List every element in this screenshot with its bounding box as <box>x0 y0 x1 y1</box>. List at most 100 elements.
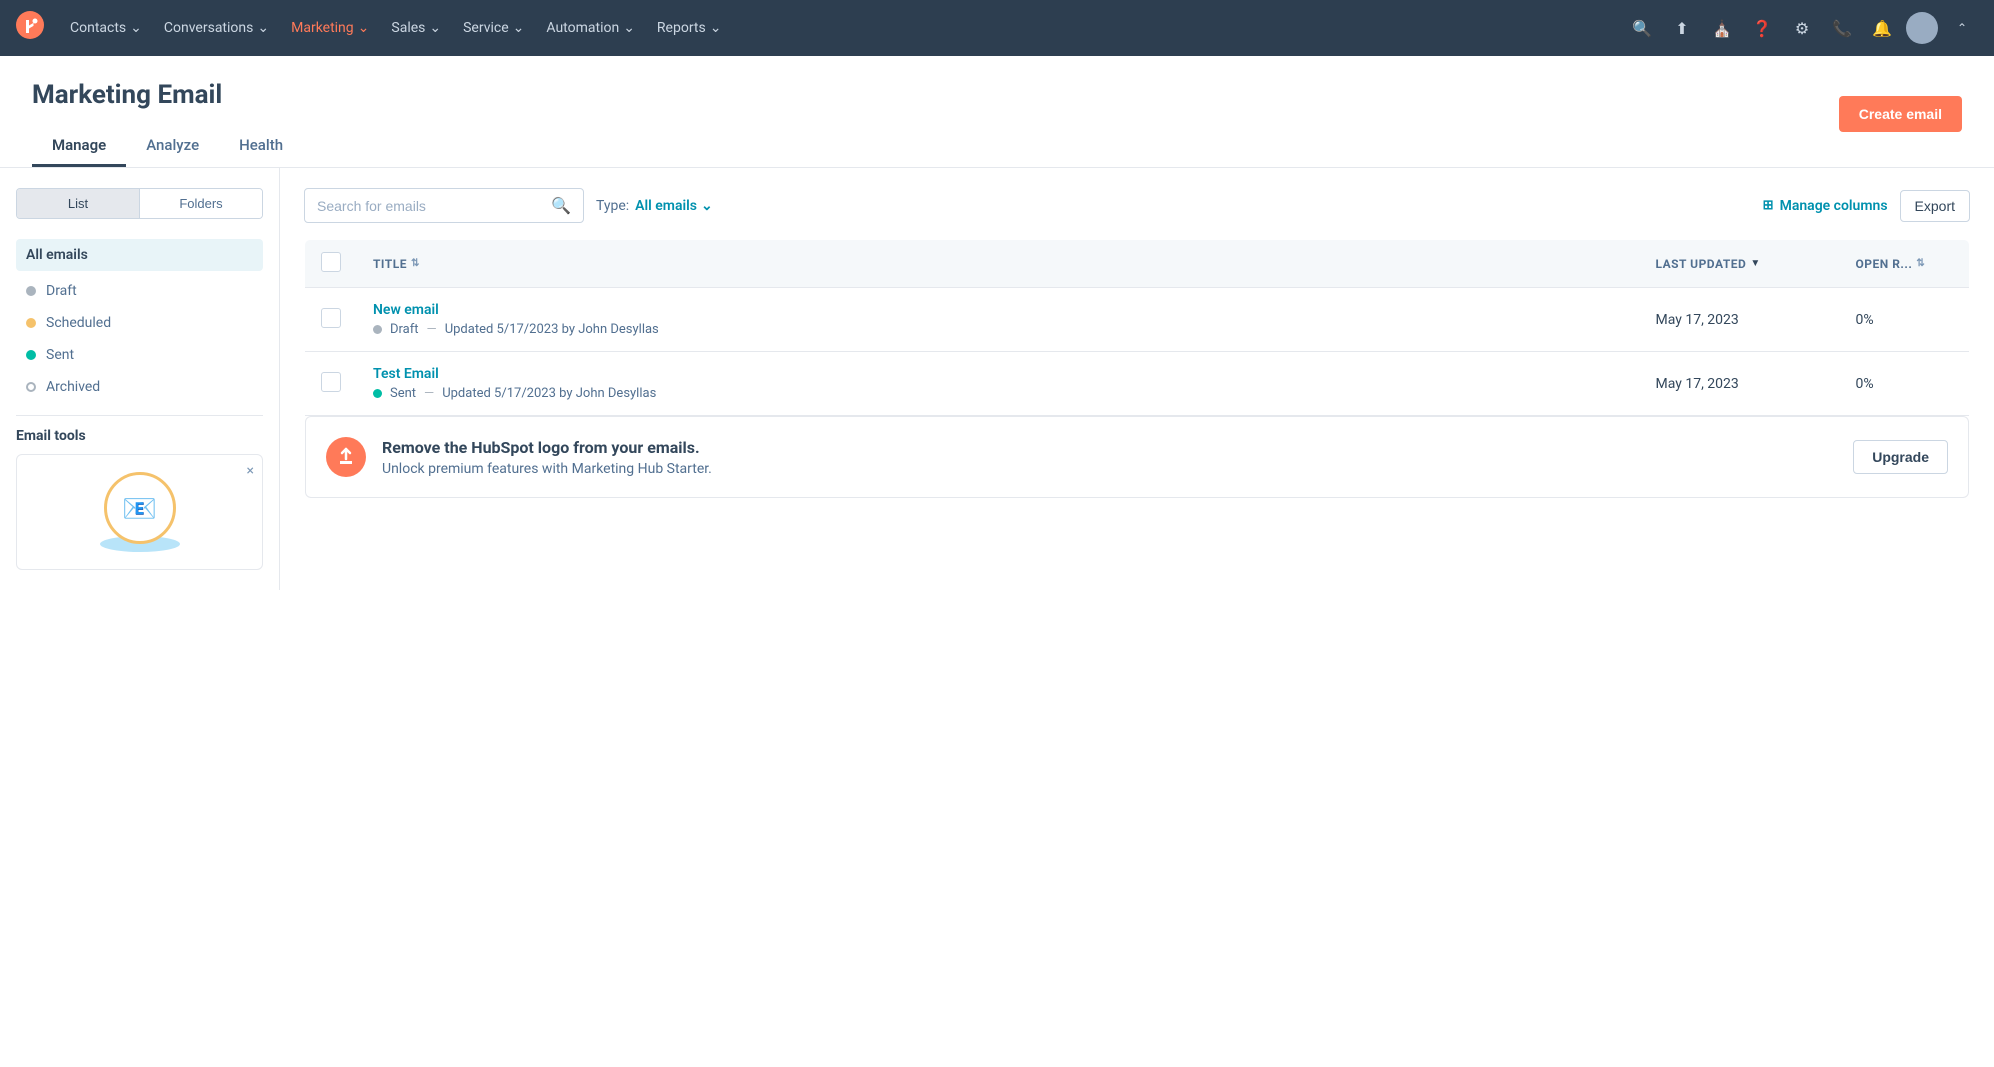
columns-icon: ⊞ <box>1763 198 1774 213</box>
row1-title-cell: New email Draft — Updated 5/17/2023 by J… <box>357 288 1640 352</box>
th-checkbox <box>305 240 358 288</box>
email-tools-title: Email tools <box>16 428 263 444</box>
th-last-updated-label: LAST UPDATED <box>1656 257 1747 271</box>
settings-icon[interactable]: ⚙ <box>1786 12 1818 44</box>
nav-service[interactable]: Service ⌄ <box>453 14 534 42</box>
row1-meta-text: Updated 5/17/2023 by John Desyllas <box>445 322 659 337</box>
th-title[interactable]: TITLE ⇅ <box>357 240 1640 288</box>
th-title-label: TITLE <box>373 257 407 271</box>
expand-icon[interactable]: ⌃ <box>1946 12 1978 44</box>
upload-icon[interactable]: ⬆ <box>1666 12 1698 44</box>
nav-sales[interactable]: Sales ⌄ <box>381 14 451 42</box>
view-folders-button[interactable]: Folders <box>140 189 262 218</box>
sidebar-all-emails[interactable]: All emails <box>16 239 263 271</box>
manage-columns-button[interactable]: ⊞ Manage columns <box>1763 198 1888 214</box>
row1-status-dot <box>373 325 382 334</box>
sidebar-divider <box>16 415 263 416</box>
promo-subtitle: Unlock premium features with Marketing H… <box>382 461 1837 477</box>
th-open-rate[interactable]: OPEN R... ⇅ <box>1840 240 1970 288</box>
row2-email-link[interactable]: Test Email <box>373 366 1624 382</box>
hubspot-logo[interactable] <box>16 11 44 45</box>
sidebar: List Folders All emails Draft Scheduled … <box>0 168 280 590</box>
search-icon[interactable]: 🔍 <box>1626 12 1658 44</box>
search-box: 🔍 <box>304 188 584 223</box>
page-title: Marketing Email <box>32 80 303 110</box>
sidebar-item-sent[interactable]: Sent <box>16 339 263 371</box>
row1-email-meta: Draft — Updated 5/17/2023 by John Desyll… <box>373 322 1624 337</box>
sidebar-item-draft-label: Draft <box>46 283 77 299</box>
title-sort-icon: ⇅ <box>411 258 420 269</box>
create-email-button[interactable]: Create email <box>1839 96 1962 132</box>
open-rate-sort-icon: ⇅ <box>1916 258 1925 269</box>
sidebar-item-scheduled[interactable]: Scheduled <box>16 307 263 339</box>
page-container: Marketing Email Manage Analyze Health Cr… <box>0 56 1994 1067</box>
email-tools-icon: 📧 <box>104 472 176 544</box>
tab-health[interactable]: Health <box>219 126 303 167</box>
tab-manage[interactable]: Manage <box>32 126 126 167</box>
type-filter-dropdown[interactable]: All emails ⌄ <box>635 198 713 214</box>
row2-meta-separator: — <box>424 386 434 401</box>
email-table: TITLE ⇅ LAST UPDATED ▼ O <box>304 239 1970 499</box>
row2-checkbox[interactable] <box>321 372 341 392</box>
phone-icon[interactable]: 📞 <box>1826 12 1858 44</box>
export-button[interactable]: Export <box>1900 190 1970 222</box>
promo-row: Remove the HubSpot logo from your emails… <box>305 416 1970 499</box>
search-icon: 🔍 <box>551 196 571 215</box>
sidebar-item-archived[interactable]: Archived <box>16 371 263 403</box>
row1-meta-separator: — <box>427 322 437 337</box>
nav-reports[interactable]: Reports ⌄ <box>647 14 732 42</box>
page-header-left: Marketing Email Manage Analyze Health <box>32 80 303 167</box>
tab-analyze[interactable]: Analyze <box>126 126 219 167</box>
nav-items: Contacts ⌄ Conversations ⌄ Marketing ⌄ S… <box>60 14 1622 42</box>
nav-automation[interactable]: Automation ⌄ <box>536 14 645 42</box>
table-row: New email Draft — Updated 5/17/2023 by J… <box>305 288 1970 352</box>
help-icon[interactable]: ❓ <box>1746 12 1778 44</box>
table-body: New email Draft — Updated 5/17/2023 by J… <box>305 288 1970 499</box>
avatar[interactable] <box>1906 12 1938 44</box>
upgrade-button[interactable]: Upgrade <box>1853 440 1948 474</box>
manage-columns-label: Manage columns <box>1780 198 1888 214</box>
draft-status-dot <box>26 286 36 296</box>
email-tools-card: × 📧 <box>16 454 263 570</box>
nav-marketing[interactable]: Marketing ⌄ <box>281 14 379 42</box>
row2-email-meta: Sent — Updated 5/17/2023 by John Desylla… <box>373 386 1624 401</box>
row2-meta-text: Updated 5/17/2023 by John Desyllas <box>442 386 656 401</box>
bell-icon[interactable]: 🔔 <box>1866 12 1898 44</box>
email-tools-close-button[interactable]: × <box>247 463 254 479</box>
view-list-button[interactable]: List <box>17 189 140 218</box>
top-navigation: Contacts ⌄ Conversations ⌄ Marketing ⌄ S… <box>0 0 1994 56</box>
nav-conversations[interactable]: Conversations ⌄ <box>154 14 279 42</box>
row1-status-label: Draft <box>390 322 419 337</box>
th-open-rate-label: OPEN R... <box>1856 257 1913 271</box>
nav-contacts[interactable]: Contacts ⌄ <box>60 14 152 42</box>
promo-text: Remove the HubSpot logo from your emails… <box>382 438 1837 477</box>
search-input[interactable] <box>317 198 543 214</box>
promo-title: Remove the HubSpot logo from your emails… <box>382 438 1837 457</box>
marketplace-icon[interactable]: ⛪ <box>1706 12 1738 44</box>
tabs: Manage Analyze Health <box>32 126 303 167</box>
toolbar: 🔍 Type: All emails ⌄ ⊞ Manage columns Ex… <box>304 188 1970 223</box>
table-header-row: TITLE ⇅ LAST UPDATED ▼ O <box>305 240 1970 288</box>
select-all-checkbox[interactable] <box>321 252 341 272</box>
archived-status-dot <box>26 382 36 392</box>
type-filter-value: All emails <box>635 198 697 214</box>
sidebar-item-sent-label: Sent <box>46 347 74 363</box>
row1-checkbox-cell <box>305 288 358 352</box>
page-header: Marketing Email Manage Analyze Health Cr… <box>0 56 1994 168</box>
row1-email-link[interactable]: New email <box>373 302 1624 318</box>
promo-icon <box>326 437 366 477</box>
th-last-updated[interactable]: LAST UPDATED ▼ <box>1640 240 1840 288</box>
sent-status-dot <box>26 350 36 360</box>
right-content: 🔍 Type: All emails ⌄ ⊞ Manage columns Ex… <box>280 168 1994 590</box>
sidebar-item-archived-label: Archived <box>46 379 100 395</box>
row1-checkbox[interactable] <box>321 308 341 328</box>
promo-banner: Remove the HubSpot logo from your emails… <box>305 416 1969 498</box>
table-row: Test Email Sent — Updated 5/17/2023 by J… <box>305 352 1970 416</box>
view-toggle: List Folders <box>16 188 263 219</box>
sidebar-item-draft[interactable]: Draft <box>16 275 263 307</box>
toolbar-right: ⊞ Manage columns Export <box>1763 190 1970 222</box>
row2-open-rate-cell: 0% <box>1840 352 1970 416</box>
row2-last-updated-cell: May 17, 2023 <box>1640 352 1840 416</box>
main-content: List Folders All emails Draft Scheduled … <box>0 168 1994 590</box>
sidebar-item-scheduled-label: Scheduled <box>46 315 111 331</box>
